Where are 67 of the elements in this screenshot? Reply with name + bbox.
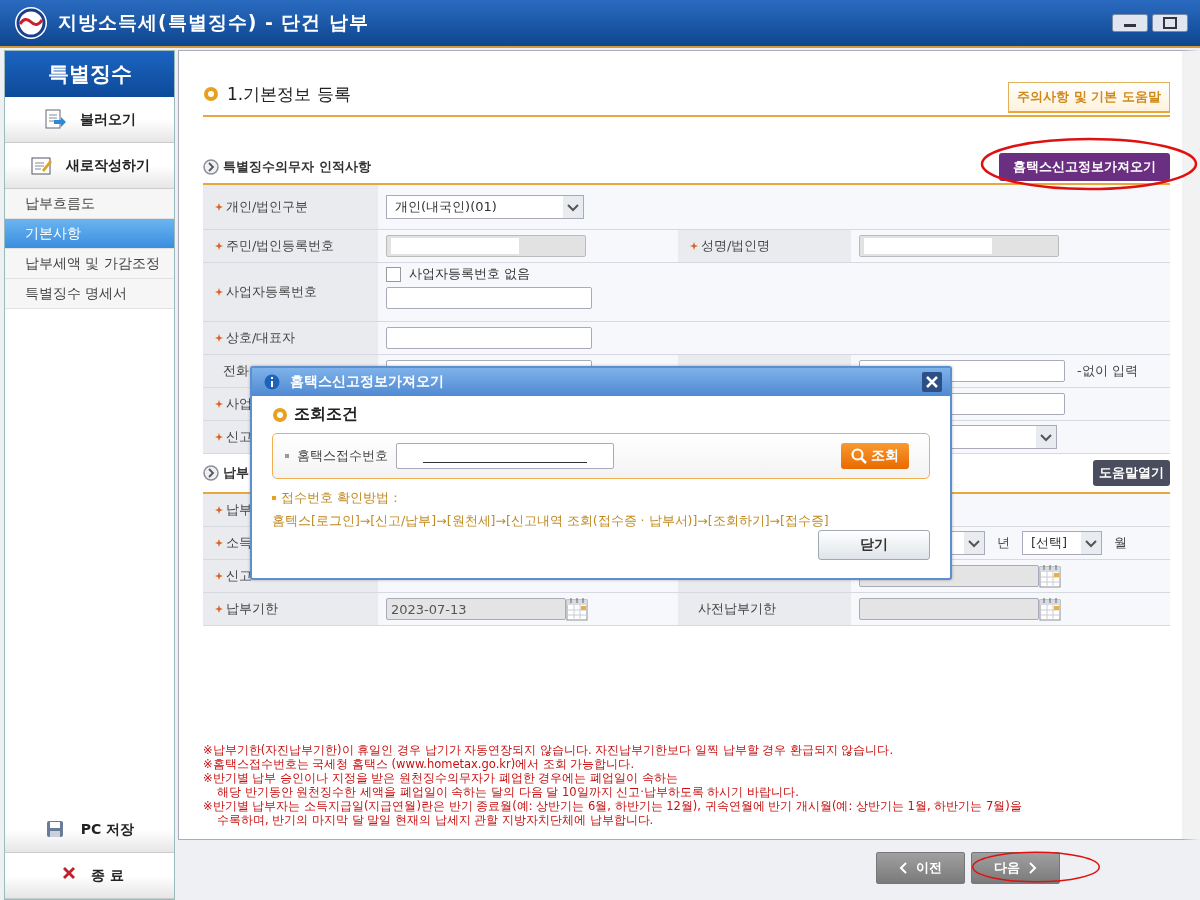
minimize-icon[interactable]	[1112, 14, 1148, 32]
close-button[interactable]: 닫기	[818, 530, 930, 560]
section-button[interactable]: 홈택스신고정보가져오기	[999, 153, 1170, 181]
sidebar-item[interactable]: 특별징수 명세서	[5, 279, 174, 309]
notice-text: 해당 반기동안 원천징수한 세액을 폐업일이 속하는 달의 다음 달 10일까지 신고·납부하도록 하시기 바랍니다.	[216, 785, 800, 799]
field-label: 주민/법인등록번호	[226, 237, 335, 255]
chevron-circle-icon	[203, 465, 219, 481]
field-label: 홈택스접수번호	[297, 447, 388, 465]
field-label: 상호/대표자	[226, 329, 296, 347]
chevron-circle-icon	[203, 159, 219, 175]
section-title: 조회조건	[294, 404, 358, 425]
maximize-icon[interactable]	[1152, 14, 1188, 32]
dropdown[interactable]: 개인(내국인)(01)	[386, 195, 584, 219]
section-button[interactable]: 도움말열기	[1093, 460, 1170, 486]
checkbox[interactable]	[386, 266, 401, 282]
field-label: 성명/법인명	[701, 237, 771, 255]
notice-text: 수록하며, 반기의 마지막 달 말일 현재의 납세지 관할 지방자치단체에 납부합니다.	[216, 813, 655, 827]
field-label: 납부	[226, 501, 252, 519]
notice-text: ※반기별 납부 승인이나 지정을 받은 원천징수의무자가 폐업한 경우에는 폐업일이 속하는	[203, 771, 679, 785]
field-label: 신고	[226, 567, 252, 585]
calendar-icon[interactable]	[1039, 597, 1061, 621]
info-icon	[264, 374, 280, 390]
emblem-icon	[14, 6, 48, 40]
guide-title: 접수번호 확인방법 :	[281, 489, 398, 507]
text-field[interactable]	[386, 287, 592, 309]
hint-text: -없이 입력	[1077, 362, 1138, 380]
search-icon	[851, 448, 867, 464]
section-title: 특별징수의무자 인적사항	[223, 158, 371, 176]
dialog-title: 홈택스신고정보가져오기	[290, 373, 445, 391]
notice-text: ※반기별 납부자는 소득지급일(지급연월)란은 반기 종료월(예: 상반기는 6월, 하반기는 12월), 귀속연월에 반기 개시월(예: 상반기는 1월, 하반기는 7월)을	[203, 799, 1023, 813]
chevron-down-icon	[563, 196, 583, 218]
checkbox-label[interactable]: 사업자등록번호 없음	[409, 265, 531, 283]
notice-text: ※홈택스접수번호는 국세청 홈택스 (www.hometax.go.kr)에서 조회 가능합니다.	[203, 757, 636, 771]
input-field[interactable]	[396, 443, 614, 469]
field-label: 소득	[226, 534, 252, 552]
sidebar-item[interactable]: 납부세액 및 가감조정	[5, 249, 174, 279]
dropdown[interactable]: [선택]	[1022, 531, 1102, 555]
sidebar-title: 특별징수	[5, 51, 174, 97]
field-label: 전화	[223, 362, 249, 380]
window-title: 지방소득세(특별징수) - 단건 납부	[58, 10, 371, 35]
field-label: 사전납부기한	[698, 600, 776, 618]
chevron-down-icon	[1036, 426, 1056, 448]
section-title: 납부	[223, 464, 249, 482]
page-title: 1.기본정보 등록	[227, 82, 352, 106]
bullet-icon	[272, 496, 276, 500]
calendar-icon[interactable]	[566, 597, 588, 621]
guide-text: 홈텍스[로그인]→[신고/납부]→[원천세]→[신고내역 조회(접수증 · 납부서)]→[조회하기]→[접수증]	[272, 513, 830, 530]
chevron-right-icon	[1028, 861, 1037, 875]
text-field[interactable]	[386, 327, 592, 349]
calendar-icon[interactable]	[1039, 564, 1061, 588]
chevron-down-icon	[964, 532, 984, 554]
sidebar-item[interactable]: 납부흐름도	[5, 189, 174, 219]
hint-text: 년	[997, 534, 1010, 552]
bullet-icon	[272, 406, 288, 423]
close-icon[interactable]	[922, 372, 942, 392]
notice-text: ※납부기한(자진납부기한)이 휴일인 경우 납기가 자동연장되지 않습니다. 자진납부기한보다 일찍 납부할 경우 환급되지 않습니다.	[203, 743, 895, 757]
field-label: 사업자등록번호	[226, 283, 317, 301]
chevron-down-icon	[1081, 532, 1101, 554]
chevron-left-icon	[899, 861, 908, 875]
document-pencil-icon	[29, 154, 54, 177]
field-label: 신고	[226, 428, 252, 446]
document-arrow-icon	[43, 108, 68, 131]
field-label: 사업	[226, 395, 252, 413]
field-label: 납부기한	[226, 600, 278, 618]
field-label: 개인/법인구분	[226, 198, 309, 216]
hint-text: 월	[1114, 534, 1127, 552]
bullet-icon	[203, 86, 219, 102]
